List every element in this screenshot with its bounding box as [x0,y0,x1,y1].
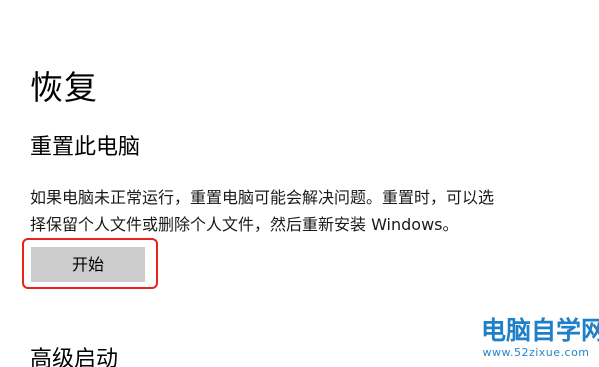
watermark-name: 电脑自学网 [481,316,599,345]
reset-pc-description: 如果电脑未正常运行，重置电脑可能会解决问题。重置时，可以选 择保留个人文件或删除… [30,184,590,238]
start-reset-button[interactable]: 开始 [31,247,145,282]
reset-pc-heading: 重置此电脑 [30,135,141,160]
reset-pc-description-line: 如果电脑未正常运行，重置电脑可能会解决问题。重置时，可以选 [30,188,495,207]
recovery-settings-page: 恢复 重置此电脑 如果电脑未正常运行，重置电脑可能会解决问题。重置时，可以选 择… [0,0,599,367]
advanced-startup-heading: 高级启动 [30,347,119,367]
watermark-url: www.52zixue.com [482,346,590,359]
site-watermark-logo: 电脑自学网 www.52zixue.com [481,316,599,360]
reset-pc-description-line: 择保留个人文件或删除个人文件，然后重新安装 Windows。 [30,215,459,234]
page-title: 恢复 [30,68,98,107]
